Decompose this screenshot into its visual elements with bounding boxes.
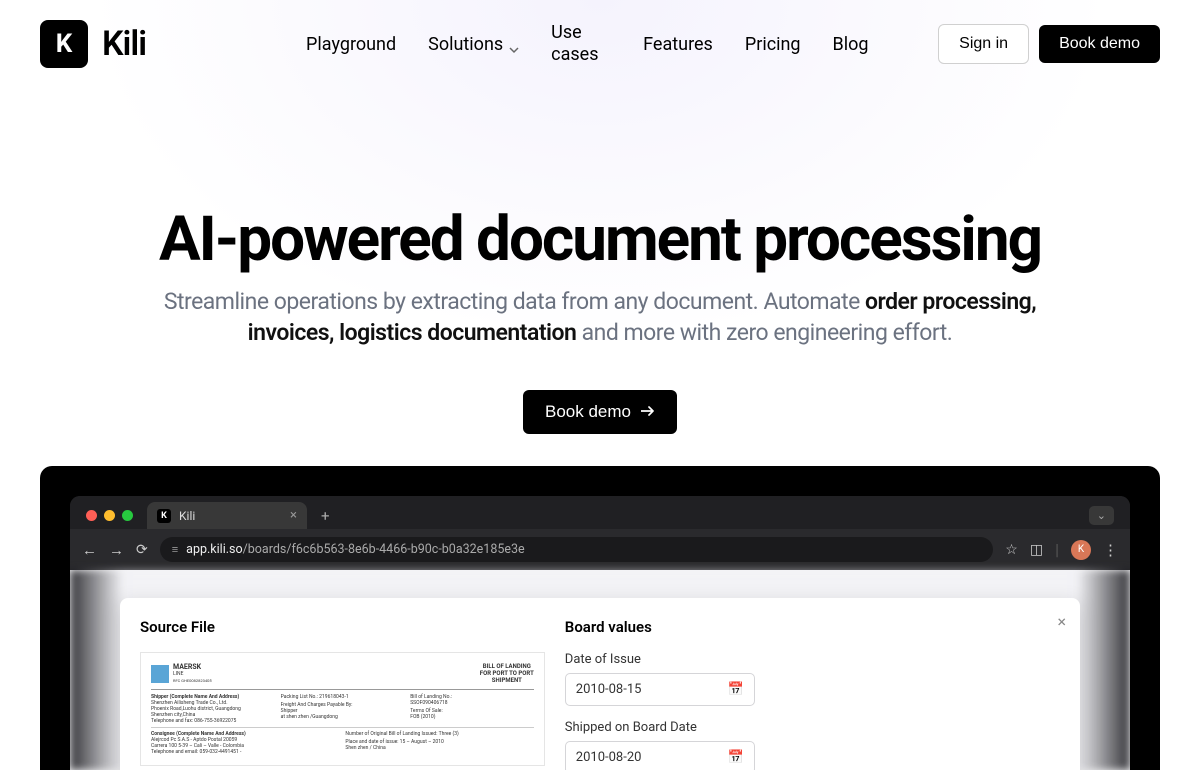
signin-button[interactable]: Sign in bbox=[938, 24, 1029, 64]
bookmark-icon[interactable]: ☆ bbox=[1005, 542, 1018, 558]
site-header: K Kili Playground Solutions Use cases Fe… bbox=[0, 0, 1200, 88]
nav-usecases[interactable]: Use cases bbox=[551, 22, 611, 65]
browser-tab[interactable]: K Kili × bbox=[147, 502, 307, 529]
hero-section: AI-powered document processing Streamlin… bbox=[0, 88, 1200, 434]
nav-features[interactable]: Features bbox=[643, 34, 713, 55]
window-close-icon[interactable] bbox=[86, 510, 97, 521]
bookdemo-hero-label: Book demo bbox=[545, 402, 631, 422]
source-file-title: Source File bbox=[140, 618, 545, 636]
doc-brand-sub: LINE bbox=[173, 671, 212, 677]
doc-brand: MAERSK bbox=[173, 663, 212, 671]
logo[interactable]: K Kili bbox=[40, 20, 146, 68]
document-preview: MAERSK LINE RFC GHE0082823405 BILL OF LA… bbox=[140, 652, 545, 766]
modal-close-icon[interactable]: × bbox=[1057, 612, 1066, 631]
chevron-down-icon bbox=[509, 39, 519, 49]
bookdemo-hero-button[interactable]: Book demo bbox=[523, 390, 677, 434]
nav-pricing[interactable]: Pricing bbox=[745, 34, 801, 55]
nav-blog[interactable]: Blog bbox=[833, 34, 869, 55]
window-maximize-icon[interactable] bbox=[122, 510, 133, 521]
logo-icon: K bbox=[40, 20, 88, 68]
maersk-logo-icon bbox=[151, 665, 169, 683]
site-info-icon[interactable]: ≡ bbox=[172, 543, 178, 556]
browser-window: K Kili × + ⌄ ← → ⟳ ≡ app.kili.so/boards/… bbox=[70, 496, 1130, 770]
browser-tabbar: K Kili × + ⌄ bbox=[70, 496, 1130, 529]
calendar-icon[interactable]: 📅 bbox=[728, 750, 744, 765]
forward-button[interactable]: → bbox=[109, 541, 124, 559]
board-values-panel: Board values Date of Issue 2010-08-15 📅 … bbox=[565, 618, 1060, 770]
browser-addressbar: ← → ⟳ ≡ app.kili.so/boards/f6c6b563-8e6b… bbox=[70, 529, 1130, 570]
hero-sub-tail: and more with zero engineering effort. bbox=[576, 319, 952, 346]
nav-solutions-label: Solutions bbox=[428, 34, 503, 55]
browser-menu-icon[interactable]: ⋮ bbox=[1103, 541, 1118, 559]
extensions-icon[interactable]: ◫ bbox=[1030, 542, 1043, 558]
date-of-issue-label: Date of Issue bbox=[565, 652, 1060, 667]
tab-favicon: K bbox=[157, 509, 171, 523]
doc-rfc: RFC GHE0082823405 bbox=[173, 679, 212, 684]
logo-text: Kili bbox=[102, 24, 146, 64]
source-file-panel: Source File MAERSK LINE RFC GHE008282340… bbox=[140, 618, 545, 770]
date-of-issue-input[interactable]: 2010-08-15 📅 bbox=[565, 673, 755, 706]
arrow-right-icon bbox=[641, 402, 655, 422]
url-text: app.kili.so/boards/f6c6b563-8e6b-4466-b9… bbox=[186, 542, 525, 557]
tabs-dropdown-icon[interactable]: ⌄ bbox=[1089, 506, 1114, 525]
date-of-issue-value: 2010-08-15 bbox=[576, 682, 642, 697]
address-bar[interactable]: ≡ app.kili.so/boards/f6c6b563-8e6b-4466-… bbox=[160, 537, 994, 562]
tab-close-icon[interactable]: × bbox=[290, 508, 297, 523]
hero-title: AI-powered document processing bbox=[40, 203, 1160, 276]
nav-solutions[interactable]: Solutions bbox=[428, 34, 519, 55]
new-tab-button[interactable]: + bbox=[315, 507, 336, 525]
doc-title: BILL OF LANDING FOR PORT TO PORT SHIPMEN… bbox=[480, 663, 534, 685]
document-modal: × Source File MAERSK LINE RFC GHE0082823… bbox=[120, 598, 1080, 770]
main-nav: Playground Solutions Use cases Features … bbox=[306, 22, 868, 65]
shipped-date-input[interactable]: 2010-08-20 📅 bbox=[565, 741, 755, 770]
profile-avatar[interactable]: K bbox=[1071, 540, 1091, 560]
back-button[interactable]: ← bbox=[82, 541, 97, 559]
shipped-date-value: 2010-08-20 bbox=[576, 750, 642, 765]
demo-frame: K Kili × + ⌄ ← → ⟳ ≡ app.kili.so/boards/… bbox=[40, 466, 1160, 770]
calendar-icon[interactable]: 📅 bbox=[728, 682, 744, 697]
board-values-title: Board values bbox=[565, 618, 1060, 636]
shipped-date-label: Shipped on Board Date bbox=[565, 720, 1060, 735]
app-content: × Source File MAERSK LINE RFC GHE0082823… bbox=[70, 570, 1130, 770]
header-actions: Sign in Book demo bbox=[938, 24, 1160, 64]
tab-title: Kili bbox=[179, 509, 282, 523]
refresh-button[interactable]: ⟳ bbox=[136, 542, 148, 558]
nav-playground[interactable]: Playground bbox=[306, 34, 396, 55]
window-minimize-icon[interactable] bbox=[104, 510, 115, 521]
traffic-lights bbox=[80, 510, 139, 521]
hero-sub-lead: Streamline operations by extracting data… bbox=[164, 288, 865, 315]
hero-subtitle: Streamline operations by extracting data… bbox=[160, 286, 1040, 348]
bookdemo-header-button[interactable]: Book demo bbox=[1039, 25, 1160, 63]
